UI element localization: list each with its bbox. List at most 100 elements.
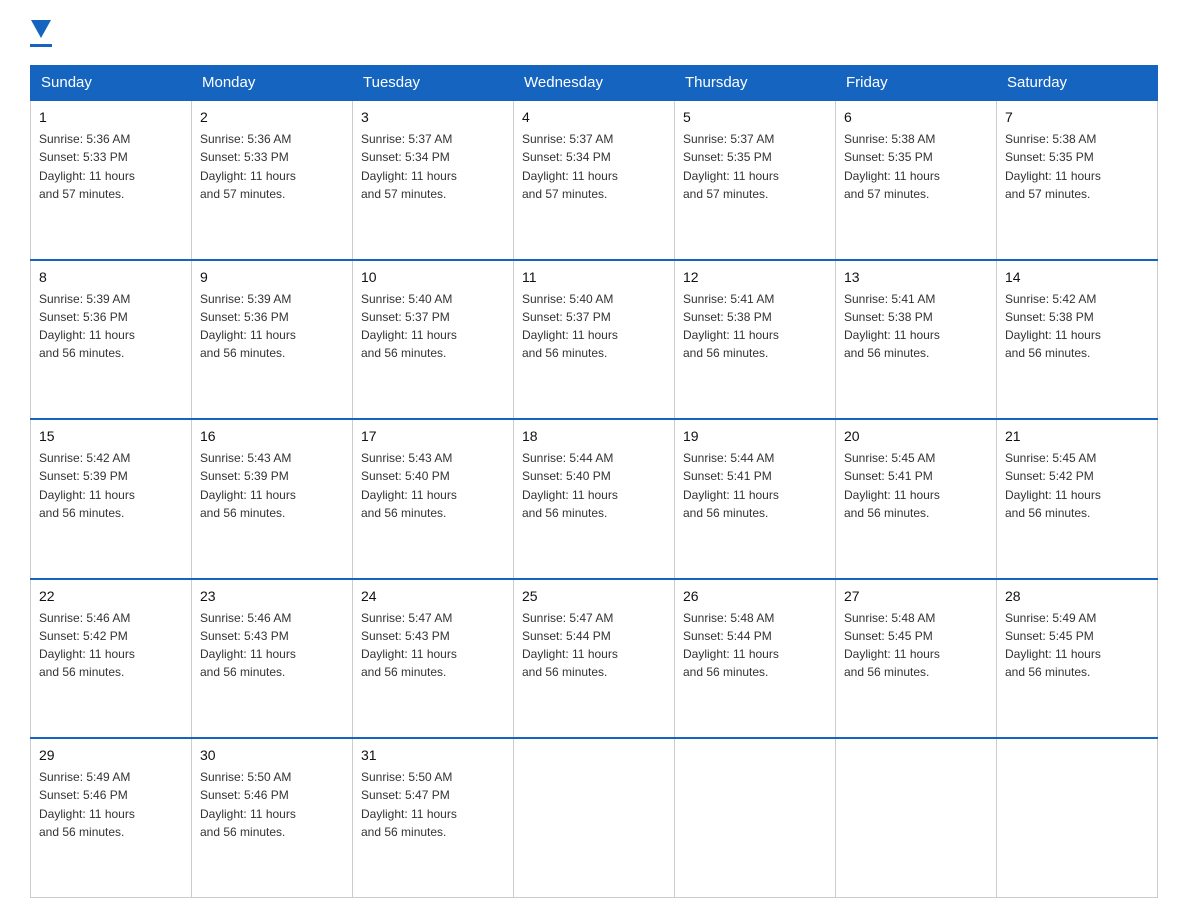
day-cell: 18 Sunrise: 5:44 AMSunset: 5:40 PMDayligh… [514, 419, 675, 579]
week-row-2: 8 Sunrise: 5:39 AMSunset: 5:36 PMDaylight… [31, 260, 1158, 420]
header [30, 20, 1158, 47]
day-number: 15 [39, 426, 183, 446]
week-row-5: 29Sunrise: 5:49 AMSunset: 5:46 PMDayligh… [31, 738, 1158, 898]
day-number: 13 [844, 267, 988, 287]
day-cell: 3 Sunrise: 5:37 AMSunset: 5:34 PMDaylight… [353, 100, 514, 260]
day-info: Sunrise: 5:38 AMSunset: 5:35 PMDaylight:… [844, 132, 940, 200]
day-info: Sunrise: 5:37 AMSunset: 5:35 PMDaylight:… [683, 132, 779, 200]
day-cell: 2 Sunrise: 5:36 AMSunset: 5:33 PMDaylight… [192, 100, 353, 260]
day-cell: 4 Sunrise: 5:37 AMSunset: 5:34 PMDaylight… [514, 100, 675, 260]
day-cell: 24Sunrise: 5:47 AMSunset: 5:43 PMDayligh… [353, 579, 514, 739]
day-cell: 29Sunrise: 5:49 AMSunset: 5:46 PMDayligh… [31, 738, 192, 898]
day-cell: 28Sunrise: 5:49 AMSunset: 5:45 PMDayligh… [997, 579, 1158, 739]
day-info: Sunrise: 5:45 AMSunset: 5:42 PMDaylight:… [1005, 451, 1101, 519]
day-number: 27 [844, 586, 988, 606]
day-info: Sunrise: 5:39 AMSunset: 5:36 PMDaylight:… [39, 292, 135, 360]
day-info: Sunrise: 5:48 AMSunset: 5:44 PMDaylight:… [683, 611, 779, 679]
day-number: 9 [200, 267, 344, 287]
day-info: Sunrise: 5:41 AMSunset: 5:38 PMDaylight:… [683, 292, 779, 360]
day-number: 4 [522, 107, 666, 127]
header-cell-monday: Monday [192, 66, 353, 101]
week-row-1: 1 Sunrise: 5:36 AMSunset: 5:33 PMDaylight… [31, 100, 1158, 260]
day-info: Sunrise: 5:46 AMSunset: 5:42 PMDaylight:… [39, 611, 135, 679]
day-cell: 25Sunrise: 5:47 AMSunset: 5:44 PMDayligh… [514, 579, 675, 739]
header-cell-tuesday: Tuesday [353, 66, 514, 101]
day-number: 1 [39, 107, 183, 127]
day-number: 5 [683, 107, 827, 127]
day-info: Sunrise: 5:42 AMSunset: 5:38 PMDaylight:… [1005, 292, 1101, 360]
day-info: Sunrise: 5:44 AMSunset: 5:40 PMDaylight:… [522, 451, 618, 519]
day-info: Sunrise: 5:50 AMSunset: 5:46 PMDaylight:… [200, 770, 296, 838]
day-info: Sunrise: 5:46 AMSunset: 5:43 PMDaylight:… [200, 611, 296, 679]
day-info: Sunrise: 5:49 AMSunset: 5:46 PMDaylight:… [39, 770, 135, 838]
day-number: 2 [200, 107, 344, 127]
day-info: Sunrise: 5:37 AMSunset: 5:34 PMDaylight:… [361, 132, 457, 200]
day-cell [836, 738, 997, 898]
day-info: Sunrise: 5:41 AMSunset: 5:38 PMDaylight:… [844, 292, 940, 360]
logo-triangle-icon [31, 20, 51, 38]
day-info: Sunrise: 5:45 AMSunset: 5:41 PMDaylight:… [844, 451, 940, 519]
day-info: Sunrise: 5:49 AMSunset: 5:45 PMDaylight:… [1005, 611, 1101, 679]
day-cell: 1Sunrise: 5:36 AMSunset: 5:33 PMDaylight… [31, 100, 192, 260]
day-number: 3 [361, 107, 505, 127]
day-cell: 11 Sunrise: 5:40 AMSunset: 5:37 PMDayligh… [514, 260, 675, 420]
day-cell: 20 Sunrise: 5:45 AMSunset: 5:41 PMDayligh… [836, 419, 997, 579]
day-cell: 5 Sunrise: 5:37 AMSunset: 5:35 PMDaylight… [675, 100, 836, 260]
day-number: 12 [683, 267, 827, 287]
day-cell: 7Sunrise: 5:38 AMSunset: 5:35 PMDaylight… [997, 100, 1158, 260]
page: SundayMondayTuesdayWednesdayThursdayFrid… [0, 0, 1188, 918]
header-cell-wednesday: Wednesday [514, 66, 675, 101]
day-cell: 15 Sunrise: 5:42 AMSunset: 5:39 PMDayligh… [31, 419, 192, 579]
day-number: 20 [844, 426, 988, 446]
day-number: 23 [200, 586, 344, 606]
day-number: 10 [361, 267, 505, 287]
day-cell: 17Sunrise: 5:43 AMSunset: 5:40 PMDayligh… [353, 419, 514, 579]
day-number: 26 [683, 586, 827, 606]
day-info: Sunrise: 5:40 AMSunset: 5:37 PMDaylight:… [522, 292, 618, 360]
logo [30, 20, 52, 47]
day-cell: 22 Sunrise: 5:46 AMSunset: 5:42 PMDayligh… [31, 579, 192, 739]
day-info: Sunrise: 5:37 AMSunset: 5:34 PMDaylight:… [522, 132, 618, 200]
day-number: 22 [39, 586, 183, 606]
header-cell-thursday: Thursday [675, 66, 836, 101]
calendar-body: 1 Sunrise: 5:36 AMSunset: 5:33 PMDaylight… [31, 100, 1158, 898]
header-row: SundayMondayTuesdayWednesdayThursdayFrid… [31, 66, 1158, 101]
day-cell [997, 738, 1158, 898]
day-cell: 14Sunrise: 5:42 AMSunset: 5:38 PMDayligh… [997, 260, 1158, 420]
day-number: 21 [1005, 426, 1149, 446]
day-cell: 9Sunrise: 5:39 AMSunset: 5:36 PMDaylight… [192, 260, 353, 420]
day-number: 19 [683, 426, 827, 446]
day-number: 18 [522, 426, 666, 446]
day-number: 31 [361, 745, 505, 765]
day-cell: 6 Sunrise: 5:38 AMSunset: 5:35 PMDaylight… [836, 100, 997, 260]
day-number: 6 [844, 107, 988, 127]
day-cell: 16 Sunrise: 5:43 AMSunset: 5:39 PMDayligh… [192, 419, 353, 579]
day-cell: 23 Sunrise: 5:46 AMSunset: 5:43 PMDayligh… [192, 579, 353, 739]
day-info: Sunrise: 5:50 AMSunset: 5:47 PMDaylight:… [361, 770, 457, 838]
day-number: 7 [1005, 107, 1149, 127]
day-cell: 19 Sunrise: 5:44 AMSunset: 5:41 PMDayligh… [675, 419, 836, 579]
logo-underline [30, 44, 52, 47]
day-info: Sunrise: 5:44 AMSunset: 5:41 PMDaylight:… [683, 451, 779, 519]
calendar-header: SundayMondayTuesdayWednesdayThursdayFrid… [31, 66, 1158, 101]
day-number: 16 [200, 426, 344, 446]
day-cell: 26 Sunrise: 5:48 AMSunset: 5:44 PMDayligh… [675, 579, 836, 739]
day-number: 8 [39, 267, 183, 287]
day-number: 24 [361, 586, 505, 606]
day-cell: 30Sunrise: 5:50 AMSunset: 5:46 PMDayligh… [192, 738, 353, 898]
day-info: Sunrise: 5:36 AMSunset: 5:33 PMDaylight:… [200, 132, 296, 200]
day-cell [675, 738, 836, 898]
day-info: Sunrise: 5:42 AMSunset: 5:39 PMDaylight:… [39, 451, 135, 519]
day-number: 11 [522, 267, 666, 287]
day-cell [514, 738, 675, 898]
logo-text [30, 20, 52, 42]
day-cell: 12 Sunrise: 5:41 AMSunset: 5:38 PMDayligh… [675, 260, 836, 420]
day-cell: 10Sunrise: 5:40 AMSunset: 5:37 PMDayligh… [353, 260, 514, 420]
header-cell-friday: Friday [836, 66, 997, 101]
day-info: Sunrise: 5:43 AMSunset: 5:39 PMDaylight:… [200, 451, 296, 519]
header-cell-sunday: Sunday [31, 66, 192, 101]
day-cell: 27Sunrise: 5:48 AMSunset: 5:45 PMDayligh… [836, 579, 997, 739]
calendar-table: SundayMondayTuesdayWednesdayThursdayFrid… [30, 65, 1158, 898]
day-cell: 31 Sunrise: 5:50 AMSunset: 5:47 PMDayligh… [353, 738, 514, 898]
day-cell: 8 Sunrise: 5:39 AMSunset: 5:36 PMDaylight… [31, 260, 192, 420]
